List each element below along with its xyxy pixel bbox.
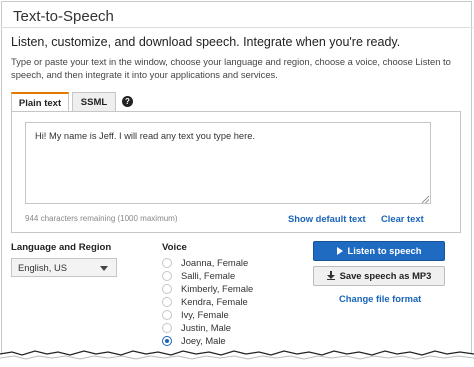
characters-remaining: 944 characters remaining (1000 maximum) bbox=[25, 214, 178, 223]
tab-plain-text[interactable]: Plain text bbox=[11, 92, 69, 112]
voice-option-label: Justin, Male bbox=[181, 322, 232, 333]
tab-ssml[interactable]: SSML bbox=[72, 92, 116, 112]
language-region-select[interactable]: English, US bbox=[11, 258, 117, 277]
save-mp3-button[interactable]: Save speech as MP3 bbox=[313, 266, 445, 286]
clear-text-link[interactable]: Clear text bbox=[381, 213, 424, 224]
change-file-format-link[interactable]: Change file format bbox=[339, 293, 421, 304]
play-icon bbox=[336, 247, 343, 255]
text-input-panel: 944 characters remaining (1000 maximum) … bbox=[11, 111, 461, 233]
chevron-down-icon bbox=[100, 266, 108, 271]
voice-option-label: Joey, Male bbox=[181, 335, 226, 346]
voice-label: Voice bbox=[162, 242, 187, 253]
download-icon bbox=[326, 271, 335, 280]
page-subtitle: Listen, customize, and download speech. … bbox=[11, 35, 401, 49]
speech-text-input[interactable] bbox=[25, 122, 431, 204]
instructions-text: Type or paste your text in the window, c… bbox=[11, 56, 451, 80]
radio-button[interactable] bbox=[162, 258, 172, 268]
title-divider bbox=[1, 27, 473, 28]
radio-button[interactable] bbox=[162, 297, 172, 307]
voice-option-label: Kimberly, Female bbox=[181, 283, 254, 294]
voice-option-label: Joanna, Female bbox=[181, 257, 249, 268]
resize-handle-icon[interactable] bbox=[422, 196, 429, 203]
radio-button[interactable] bbox=[162, 323, 172, 333]
torn-edge-decoration bbox=[0, 350, 474, 367]
radio-button-selected[interactable] bbox=[162, 336, 172, 346]
voice-option-label: Ivy, Female bbox=[181, 309, 229, 320]
listen-button-label: Listen to speech bbox=[347, 245, 422, 256]
radio-button[interactable] bbox=[162, 271, 172, 281]
voice-option-label: Kendra, Female bbox=[181, 296, 248, 307]
language-region-label: Language and Region bbox=[11, 242, 112, 253]
help-icon[interactable]: ? bbox=[122, 96, 133, 107]
radio-button[interactable] bbox=[162, 284, 172, 294]
save-button-label: Save speech as MP3 bbox=[339, 270, 432, 281]
radio-button[interactable] bbox=[162, 310, 172, 320]
language-region-value: English, US bbox=[18, 262, 67, 273]
voice-option-label: Salli, Female bbox=[181, 270, 236, 281]
show-default-text-link[interactable]: Show default text bbox=[288, 213, 366, 224]
listen-to-speech-button[interactable]: Listen to speech bbox=[313, 241, 445, 261]
page-title: Text-to-Speech bbox=[13, 8, 114, 25]
